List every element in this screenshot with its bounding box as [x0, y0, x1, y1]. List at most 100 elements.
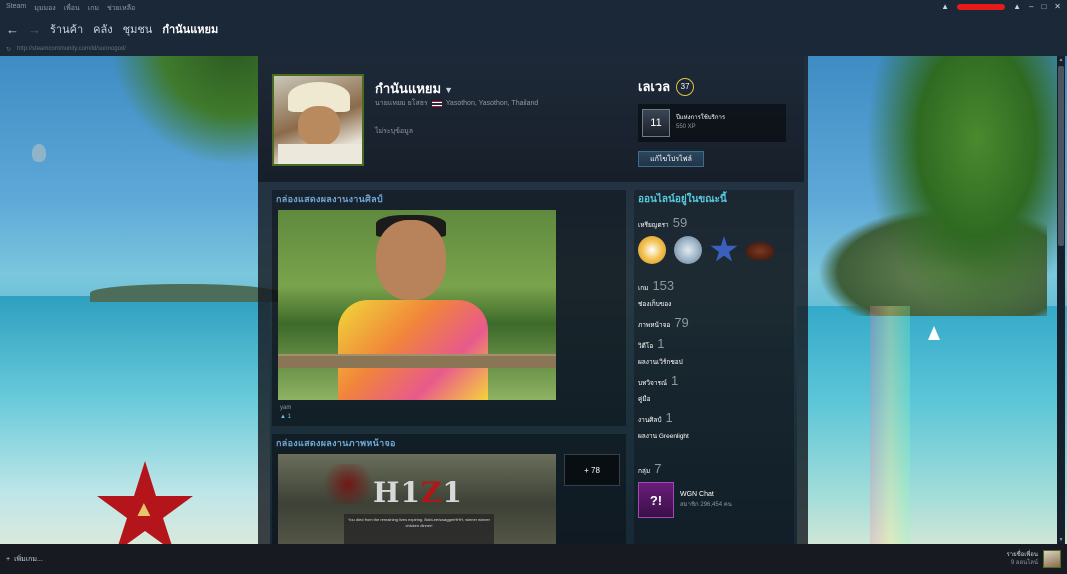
art-head	[376, 220, 446, 300]
menu-steam[interactable]: Steam	[6, 3, 26, 14]
badge-2-icon[interactable]	[674, 236, 702, 264]
profile-real-name-row: นายแหยม ยโสธร Yasothon, Yasothon, Thaila…	[375, 98, 538, 109]
level-label: เลเวล	[638, 79, 671, 94]
screenshot-image[interactable]: H1Z1 You died from the remaining lives e…	[278, 454, 556, 544]
workshop-stat[interactable]: ผลงานเวิร์กชอป	[638, 357, 790, 367]
tab-library[interactable]: คลัง	[93, 20, 112, 38]
menu-help[interactable]: ช่วยเหลือ	[107, 3, 135, 14]
menu-friends[interactable]: เพื่อน	[64, 3, 80, 14]
friends-list-button[interactable]: รายชื่อเพื่อน 9 ออนไลน์	[1007, 550, 1061, 568]
scroll-up-icon[interactable]: ▲	[1057, 56, 1065, 64]
avatar[interactable]	[272, 74, 364, 166]
groups-stat[interactable]: กลุ่ม 7	[638, 461, 790, 476]
profile-sidebar: ออนไลน์อยู่ในขณะนี้ เหรียญตรา 59 เกม 153…	[634, 190, 794, 544]
games-label: เกม	[638, 285, 649, 292]
screenshots-stat[interactable]: ภาพหน้าจอ 79	[638, 315, 790, 330]
friends-info: รายชื่อเพื่อน 9 ออนไลน์	[1007, 551, 1039, 567]
artwork-showcase-title: กล่องแสดงผลงานงานศิลป์	[276, 194, 383, 204]
artwork-count: 1	[665, 410, 673, 425]
group-item[interactable]: ?! WGN Chat สมาชิก 296,454 คน	[638, 482, 790, 518]
notification-icon[interactable]: ▲	[941, 2, 949, 11]
gamepad-icon[interactable]: ▲	[1013, 2, 1021, 11]
thailand-flag-icon	[431, 100, 442, 107]
reviews-stat[interactable]: บทวิจารณ์ 1	[638, 373, 790, 388]
tab-profile[interactable]: กำนันแหยม	[162, 20, 218, 38]
profile-real-name: นายแหยม ยโสธร	[375, 100, 428, 107]
greenlight-stat[interactable]: ผลงาน Greenlight	[638, 431, 790, 441]
badge-star-icon[interactable]	[710, 236, 738, 264]
scroll-down-icon[interactable]: ▼	[1057, 536, 1065, 544]
background-palm-right	[857, 56, 1057, 336]
game-logo-prefix: H1	[373, 476, 421, 509]
profile-content: กำนันแหยม ▼ นายแหยม ยโสธร Yasothon, Yasot…	[258, 56, 808, 544]
games-count: 153	[652, 278, 675, 293]
art-rail	[278, 354, 556, 368]
close-icon[interactable]: ✕	[1054, 2, 1061, 11]
groups-count: 7	[654, 461, 662, 476]
videos-stat[interactable]: วิดีโอ 1	[638, 336, 790, 351]
url-bar: ↻ http://steamcommunity.com/id/sunnogod/	[0, 42, 1067, 56]
badges-stat[interactable]: เหรียญตรา 59	[638, 215, 790, 230]
screenshot-dialog: You died from the remaining lives expiri…	[344, 514, 494, 544]
badges-count: 59	[672, 215, 688, 230]
tab-store[interactable]: ร้านค้า	[50, 20, 83, 38]
art-shirt	[338, 300, 488, 400]
artwork-stat[interactable]: งานศิลป์ 1	[638, 410, 790, 425]
steam-menu: Steam มุมมอง เพื่อน เกม ช่วยเหลือ	[0, 3, 135, 14]
url-text[interactable]: http://steamcommunity.com/id/sunnogod/	[17, 46, 126, 52]
favorite-badge[interactable]: 11 ปีแห่งการใช้บริการ 550 XP	[638, 104, 786, 142]
screenshots-count: 79	[674, 315, 689, 330]
online-status: ออนไลน์อยู่ในขณะนี้	[638, 194, 727, 205]
background-rainbow	[870, 306, 910, 544]
blood-splatter	[318, 464, 378, 504]
badge-list	[638, 236, 790, 264]
scrollbar-thumb[interactable]	[1058, 66, 1064, 246]
bottom-bar: + เพิ่มเกม... รายชื่อเพื่อน 9 ออนไลน์	[0, 544, 1067, 574]
add-game-button[interactable]: + เพิ่มเกม...	[6, 554, 43, 565]
level-badge[interactable]: 37	[676, 77, 695, 96]
artwork-image[interactable]	[278, 210, 556, 400]
redacted-username[interactable]	[957, 3, 1006, 10]
badge-hat-icon[interactable]	[746, 242, 774, 260]
artwork-caption[interactable]: yam	[280, 404, 618, 413]
profile-level: เลเวล 37	[638, 76, 695, 97]
group-name: WGN Chat	[680, 491, 714, 498]
friend-avatar	[1043, 550, 1061, 568]
showcase-column: กล่องแสดงผลงานงานศิลป์ yam ▲ 1 กล่องแสดง…	[272, 190, 626, 544]
artwork-likes: ▲ 1	[280, 413, 618, 422]
background-palm-left	[90, 56, 270, 186]
back-arrow-icon[interactable]: ←	[6, 22, 19, 37]
badge-1-icon[interactable]	[638, 236, 666, 264]
avatar-uniform	[278, 144, 362, 164]
page-scrollbar[interactable]: ▲ ▼	[1057, 56, 1065, 544]
games-stat[interactable]: เกม 153	[638, 278, 790, 293]
background-sailboat	[928, 326, 940, 340]
reviews-count: 1	[671, 373, 679, 388]
forward-arrow-icon[interactable]: →	[28, 22, 41, 37]
guides-label: คู่มือ	[638, 396, 651, 403]
profile-summary: ไม่ระบุข้อมูล	[375, 128, 413, 135]
group-avatar-icon: ?!	[638, 482, 674, 518]
group-members: สมาชิก 296,454 คน	[680, 502, 732, 508]
maximize-icon[interactable]: □	[1041, 2, 1046, 11]
inventory-stat[interactable]: ช่องเก็บของ	[638, 299, 790, 309]
avatar-face	[298, 106, 340, 146]
screenshot-row: H1Z1 You died from the remaining lives e…	[272, 452, 626, 544]
menu-games[interactable]: เกม	[88, 3, 99, 14]
more-screenshots-button[interactable]: + 78	[564, 454, 620, 486]
tab-community[interactable]: ชุมชน	[123, 20, 153, 38]
profile-location: Yasothon, Yasothon, Thailand	[445, 100, 539, 107]
edit-profile-button[interactable]: แก้ไขโปรไฟล์	[638, 151, 704, 167]
game-logo-suffix: 1	[442, 476, 463, 509]
badge-title: ปีแห่งการใช้บริการ	[676, 115, 726, 121]
artwork-showcase: กล่องแสดงผลงานงานศิลป์ yam ▲ 1	[272, 190, 626, 426]
artwork-meta: yam ▲ 1	[272, 400, 626, 426]
refresh-icon[interactable]: ↻	[6, 46, 11, 53]
menu-view[interactable]: มุมมอง	[34, 3, 55, 14]
navigation-bar: ← → ร้านค้า คลัง ชุมชน กำนันแหยม	[0, 16, 1067, 42]
chevron-down-icon[interactable]: ▼	[444, 85, 453, 95]
minimize-icon[interactable]: –	[1029, 2, 1033, 11]
guides-stat[interactable]: คู่มือ	[638, 394, 790, 404]
profile-name-row[interactable]: กำนันแหยม ▼	[375, 78, 453, 99]
